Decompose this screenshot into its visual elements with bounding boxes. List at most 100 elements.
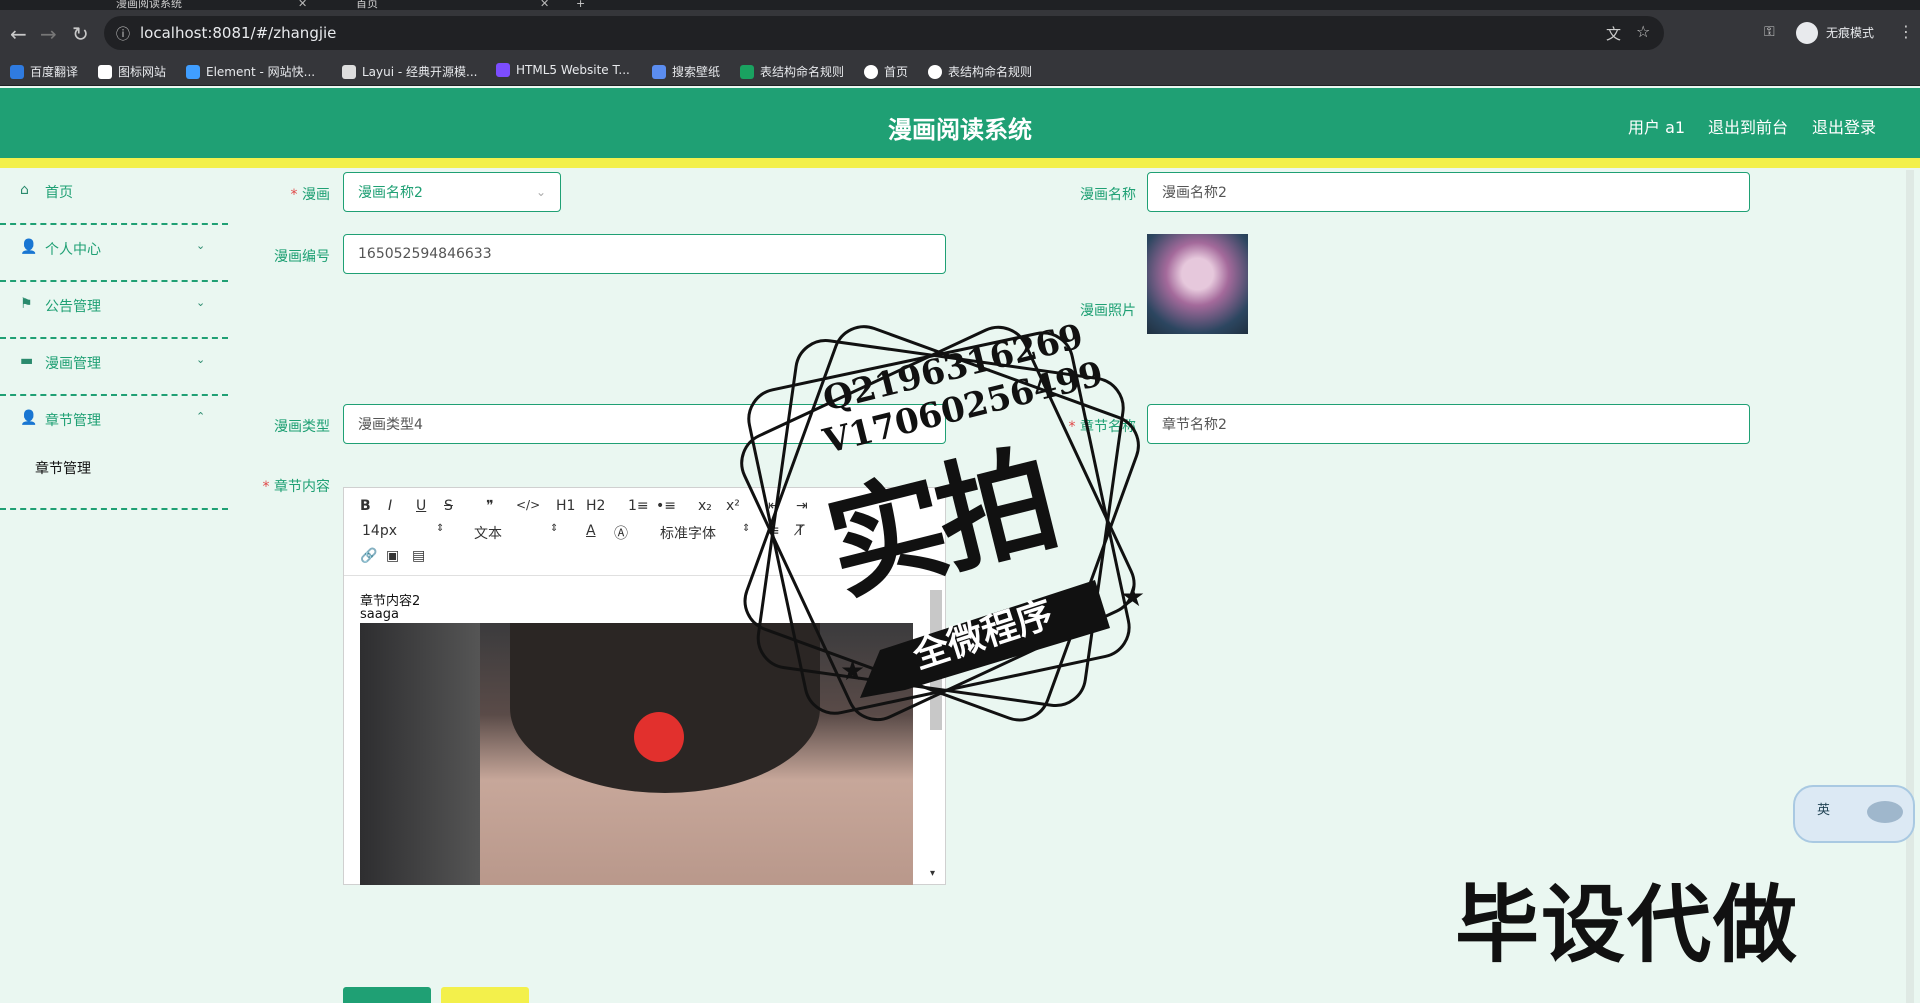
browser-tab-strip: 漫画阅读系统 ✕ 首页 ✕ + <box>0 0 1920 10</box>
background-color-icon[interactable]: Ⓐ <box>614 523 628 543</box>
ordered-list-button[interactable]: 1≡ <box>628 498 649 514</box>
chevron-down-icon: ⌄ <box>196 353 206 366</box>
quote-button[interactable]: ❞ <box>486 498 494 514</box>
bookmark-item[interactable]: 百度翻译 <box>10 63 78 80</box>
bookmark-icon <box>496 63 510 77</box>
chevron-up-icon: ⌃ <box>196 410 206 423</box>
watermark-corner-text: 毕设代做 <box>1455 876 1800 974</box>
user-icon: 👤 <box>20 410 38 426</box>
input-method-widget[interactable]: 英 <box>1793 785 1915 843</box>
sidebar-item-notice[interactable]: ⚑ 公告管理 ⌄ <box>0 282 228 339</box>
bookmark-item[interactable]: 表结构命名规则 <box>928 63 1032 80</box>
font-family-select[interactable]: 标准字体 <box>660 523 716 543</box>
incognito-icon <box>1796 22 1818 44</box>
sidebar-item-comic[interactable]: ▬ 漫画管理 ⌄ <box>0 339 228 396</box>
cancel-button[interactable] <box>441 987 529 1003</box>
home-icon: ⌂ <box>20 182 29 198</box>
bookmark-icon <box>342 64 356 79</box>
video-icon[interactable]: ▤ <box>412 548 425 564</box>
incognito-label[interactable]: 无痕模式 <box>1826 24 1874 41</box>
chevron-down-icon: ⌄ <box>196 239 206 252</box>
back-to-front-link[interactable]: 退出到前台 <box>1708 114 1788 138</box>
address-bar-row: ← → ↻ ⓘ localhost:8081/#/zhangjie ⽂ ☆ ⚿ … <box>0 10 1920 56</box>
chapter-content-label: * 章节内容 <box>262 479 330 495</box>
select-arrows-icon: ⇕ <box>436 523 445 534</box>
star-icon[interactable]: ☆ <box>1636 22 1650 41</box>
reload-icon[interactable]: ↻ <box>72 22 89 46</box>
bookmarks-bar: 百度翻译 图标网站 Element - 网站快... Layui - 经典开源模… <box>0 56 1920 86</box>
omnibox[interactable]: ⓘ localhost:8081/#/zhangjie ⽂ ☆ <box>104 16 1664 50</box>
font-size-select[interactable]: 14px <box>362 523 397 539</box>
watermark-stamp: ★ ★ Q2196316269 V17060256499 实拍 全微程序 <box>720 288 1190 768</box>
logout-link[interactable]: 退出登录 <box>1812 114 1876 138</box>
sidebar-subitem-chapter[interactable]: 章节管理 <box>35 458 91 478</box>
forward-icon[interactable]: → <box>40 22 57 46</box>
comic-no-field[interactable]: 165052594846633 <box>343 234 946 274</box>
font-color-icon[interactable]: A <box>586 523 596 539</box>
image-icon[interactable]: ▣ <box>386 548 399 564</box>
comic-select[interactable]: 漫画名称2 ⌄ <box>343 172 561 212</box>
bold-button[interactable]: B <box>360 498 371 514</box>
bookmark-item[interactable]: 搜索壁纸 <box>652 63 720 80</box>
star-icon: ★ <box>1120 580 1145 613</box>
select-arrows-icon: ⇕ <box>550 523 559 534</box>
bookmark-icon <box>740 64 754 79</box>
bookmark-icon <box>864 64 878 79</box>
comic-name-label: 漫画名称 <box>1080 187 1136 203</box>
h2-button[interactable]: H2 <box>586 498 605 514</box>
bookmark-item[interactable]: Element - 网站快... <box>186 63 315 80</box>
bookmark-icon <box>928 64 942 79</box>
sidebar-item-home[interactable]: ⌂ 首页 <box>0 168 228 225</box>
browser-tab-active[interactable]: 漫画阅读系统 <box>116 0 182 10</box>
subscript-button[interactable]: x₂ <box>698 498 712 514</box>
bookmark-icon <box>186 64 200 79</box>
sidebar-item-chapter[interactable]: 👤 章节管理 ⌃ 章节管理 <box>0 396 228 510</box>
bookmark-item[interactable]: 首页 <box>864 63 908 80</box>
code-button[interactable]: </> <box>516 498 540 512</box>
comic-no-label: 漫画编号 <box>274 249 330 265</box>
bookmark-item[interactable]: 图标网站 <box>98 63 166 80</box>
editor-content-line[interactable]: saaga <box>360 607 399 622</box>
italic-button[interactable]: I <box>388 498 392 514</box>
chevron-down-icon: ⌄ <box>535 185 546 199</box>
translate-icon[interactable]: ⽂ <box>1606 23 1621 44</box>
chapter-name-field[interactable]: 章节名称2 <box>1147 404 1750 444</box>
image-shadow <box>360 623 480 885</box>
bookmark-icon <box>10 64 24 79</box>
current-user-label[interactable]: 用户 a1 <box>1628 114 1685 138</box>
menu-icon[interactable]: ⋮ <box>1898 22 1914 41</box>
block-type-select[interactable]: 文本 <box>474 523 502 543</box>
strike-button[interactable]: S <box>444 498 453 514</box>
click-indicator-dot <box>634 712 684 762</box>
info-icon[interactable]: ⓘ <box>116 24 130 44</box>
key-icon[interactable]: ⚿ <box>1764 24 1775 40</box>
bookmark-item[interactable]: HTML5 Website T... <box>496 63 630 77</box>
bookmark-icon <box>652 64 666 79</box>
user-icon: 👤 <box>20 239 38 255</box>
bullet-list-button[interactable]: •≡ <box>656 498 676 514</box>
h1-button[interactable]: H1 <box>556 498 575 514</box>
book-icon: ▬ <box>20 353 34 369</box>
sidebar: ⌂ 首页 👤 个人中心 ⌄ ⚑ 公告管理 ⌄ ▬ 漫画管理 ⌄ 👤 章节管理 ⌃… <box>0 168 228 1003</box>
bookmark-item[interactable]: 表结构命名规则 <box>740 63 844 80</box>
sidebar-item-personal[interactable]: 👤 个人中心 ⌄ <box>0 225 228 282</box>
scroll-down-icon[interactable]: ▾ <box>930 868 935 879</box>
comic-name-field[interactable]: 漫画名称2 <box>1147 172 1750 212</box>
comic-type-label: 漫画类型 <box>274 419 330 435</box>
bookmark-item[interactable]: Layui - 经典开源模... <box>342 63 477 80</box>
submit-button[interactable] <box>343 987 431 1003</box>
tab-close-icon[interactable]: ✕ <box>540 0 549 10</box>
chevron-down-icon: ⌄ <box>196 296 206 309</box>
mascot-icon <box>1867 801 1903 823</box>
back-icon[interactable]: ← <box>10 22 27 46</box>
input-method-label: 英 <box>1817 803 1831 818</box>
new-tab-button[interactable]: + <box>576 0 585 10</box>
comic-select-label: * 漫画 <box>290 187 330 203</box>
star-icon: ★ <box>840 654 865 687</box>
browser-tab[interactable]: 首页 <box>356 0 378 10</box>
tab-close-icon[interactable]: ✕ <box>298 0 307 10</box>
underline-button[interactable]: U <box>416 498 426 514</box>
url-text[interactable]: localhost:8081/#/zhangjie <box>140 24 336 42</box>
link-icon[interactable]: 🔗 <box>360 548 377 564</box>
page-scrollbar[interactable] <box>1906 170 1914 1003</box>
